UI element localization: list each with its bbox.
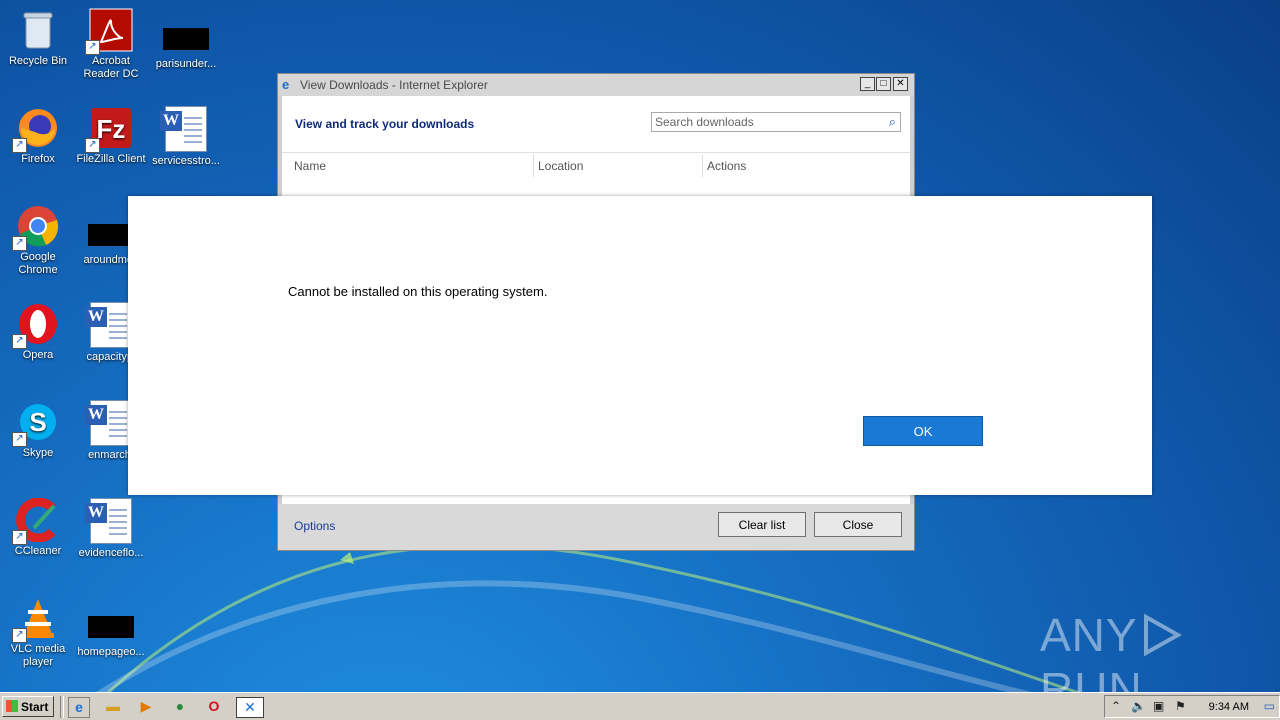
word-document-icon: W [85,302,132,348]
error-dialog: Cannot be installed on this operating sy… [128,196,1152,495]
shortcut-arrow-icon: ↗ [12,432,27,447]
column-header-actions[interactable]: Actions [707,159,746,173]
action-center-flag-icon[interactable]: ⚑ [1175,699,1186,713]
clear-list-button[interactable]: Clear list [718,512,806,537]
options-link[interactable]: Options [294,519,335,533]
desktop-icon-label: VLC media player [10,643,66,668]
desktop-icon-servicesstro[interactable]: W servicesstro... [148,106,224,168]
close-window-button[interactable]: ✕ [893,77,908,91]
ccleaner-icon: ↗ [12,497,60,545]
vlc-icon: ↗ [12,596,60,643]
media-player-taskbar-icon[interactable]: ▶ [136,697,156,716]
desktop-icon-evidenceflo[interactable]: W evidenceflo... [73,498,149,560]
column-divider[interactable] [702,155,703,177]
ok-button[interactable]: OK [863,416,983,446]
show-hidden-icons-icon[interactable]: ⌃ [1111,699,1121,713]
chrome-taskbar-icon[interactable]: ● [170,697,190,716]
network-icon[interactable]: ▣ [1153,699,1164,713]
search-icon[interactable]: ⌕ [889,114,896,130]
shortcut-arrow-icon: ↗ [85,40,100,55]
desktop-icon-recycle-bin[interactable]: Recycle Bin [0,8,76,68]
maximize-button[interactable]: □ [876,77,891,91]
acrobat-reader-icon: ↗ [85,8,133,55]
taskbar: Start e ▬ ▶ ● O ✕ ⌃ 🔈 ▣ ⚑ 9:34 AM ▭ [0,692,1280,720]
desktop-icon-label: Acrobat Reader DC [83,55,139,80]
word-document-icon: W [85,498,132,544]
desktop-icon-filezilla[interactable]: Fz ↗ FileZilla Client [73,106,149,166]
desktop-icon-label: Firefox [21,153,55,165]
desktop-icon-label: Recycle Bin [8,55,68,67]
desktop-icon-label: CCleaner [14,545,62,557]
installer-taskbar-icon[interactable]: ✕ [236,697,264,718]
desktop-icon-vlc[interactable]: ↗ VLC media player [0,596,76,669]
system-tray: ⌃ 🔈 ▣ ⚑ 9:34 AM ▭ [1104,695,1280,718]
firefox-icon: ↗ [12,106,60,153]
redacted-thumbnail [163,28,209,50]
opera-icon: ↗ [12,302,60,349]
desktop-icon-label: parisunder... [155,58,217,70]
minimize-button[interactable]: _ [860,77,875,91]
desktop-icon-acrobat[interactable]: ↗ Acrobat Reader DC [73,8,149,81]
downloads-footer: Options Clear list Close [278,504,914,550]
desktop-icon-chrome[interactable]: ↗ Google Chrome [0,204,76,277]
taskbar-separator [60,696,64,718]
desktop-icon-skype[interactable]: S ↗ Skype [0,400,76,460]
redacted-thumbnail [88,616,134,638]
word-document-icon: W [85,400,132,446]
desktop-icon-firefox[interactable]: ↗ Firefox [0,106,76,166]
play-logo-icon [1143,613,1182,657]
opera-taskbar-icon[interactable]: O [204,697,224,716]
desktop-icon-label: Skype [22,447,54,459]
internet-explorer-taskbar-icon[interactable]: e [68,697,90,718]
shortcut-arrow-icon: ↗ [12,334,27,349]
show-desktop-icon[interactable]: ▭ [1264,699,1275,713]
watermark-left-text: ANY [1040,609,1138,661]
svg-text:S: S [29,407,46,437]
start-label: Start [21,699,49,714]
desktop-icon-ccleaner[interactable]: ↗ CCleaner [0,497,76,558]
shortcut-arrow-icon: ↗ [12,628,27,643]
desktop-icon-parisunder[interactable]: parisunder... [148,16,224,71]
window-title: View Downloads - Internet Explorer [300,78,488,92]
search-downloads-box[interactable]: ⌕ [651,112,901,132]
word-document-icon: W [160,106,207,152]
internet-explorer-icon: e [282,77,290,92]
error-message: Cannot be installed on this operating sy… [288,284,548,299]
desktop-icon-label: Opera [22,349,54,361]
shortcut-arrow-icon: ↗ [12,236,27,251]
desktop-icon-opera[interactable]: ↗ Opera [0,302,76,362]
desktop-icon-label: servicesstro... [152,155,220,167]
downloads-heading: View and track your downloads [295,117,475,131]
windows-logo-icon [6,700,18,712]
column-header-name[interactable]: Name [294,159,326,173]
desktop-icon-label: evidenceflo... [78,547,144,559]
search-input[interactable] [655,115,875,129]
desktop-icon-label: FileZilla Client [76,153,146,165]
close-button[interactable]: Close [814,512,902,537]
shortcut-arrow-icon: ↗ [12,530,27,545]
desktop-icon-label: homepageo... [77,646,145,658]
column-header-location[interactable]: Location [538,159,583,173]
recycle-bin-icon [16,8,60,52]
start-button[interactable]: Start [2,696,54,717]
desktop-icon-homepageo[interactable]: homepageo... [73,604,149,659]
filezilla-icon: Fz ↗ [85,106,133,153]
window-titlebar[interactable]: e View Downloads - Internet Explorer _ □… [278,74,914,96]
shortcut-arrow-icon: ↗ [85,138,100,153]
svg-text:Fz: Fz [97,114,126,144]
desktop-icon-label: Google Chrome [18,251,58,276]
volume-icon[interactable]: 🔈 [1131,699,1146,713]
chrome-icon: ↗ [12,204,60,251]
clock[interactable]: 9:34 AM [1209,701,1249,713]
file-explorer-taskbar-icon[interactable]: ▬ [103,697,123,716]
downloads-column-headers: Name Location Actions [282,152,910,179]
shortcut-arrow-icon: ↗ [12,138,27,153]
column-divider[interactable] [533,155,534,177]
skype-icon: S ↗ [12,400,60,447]
